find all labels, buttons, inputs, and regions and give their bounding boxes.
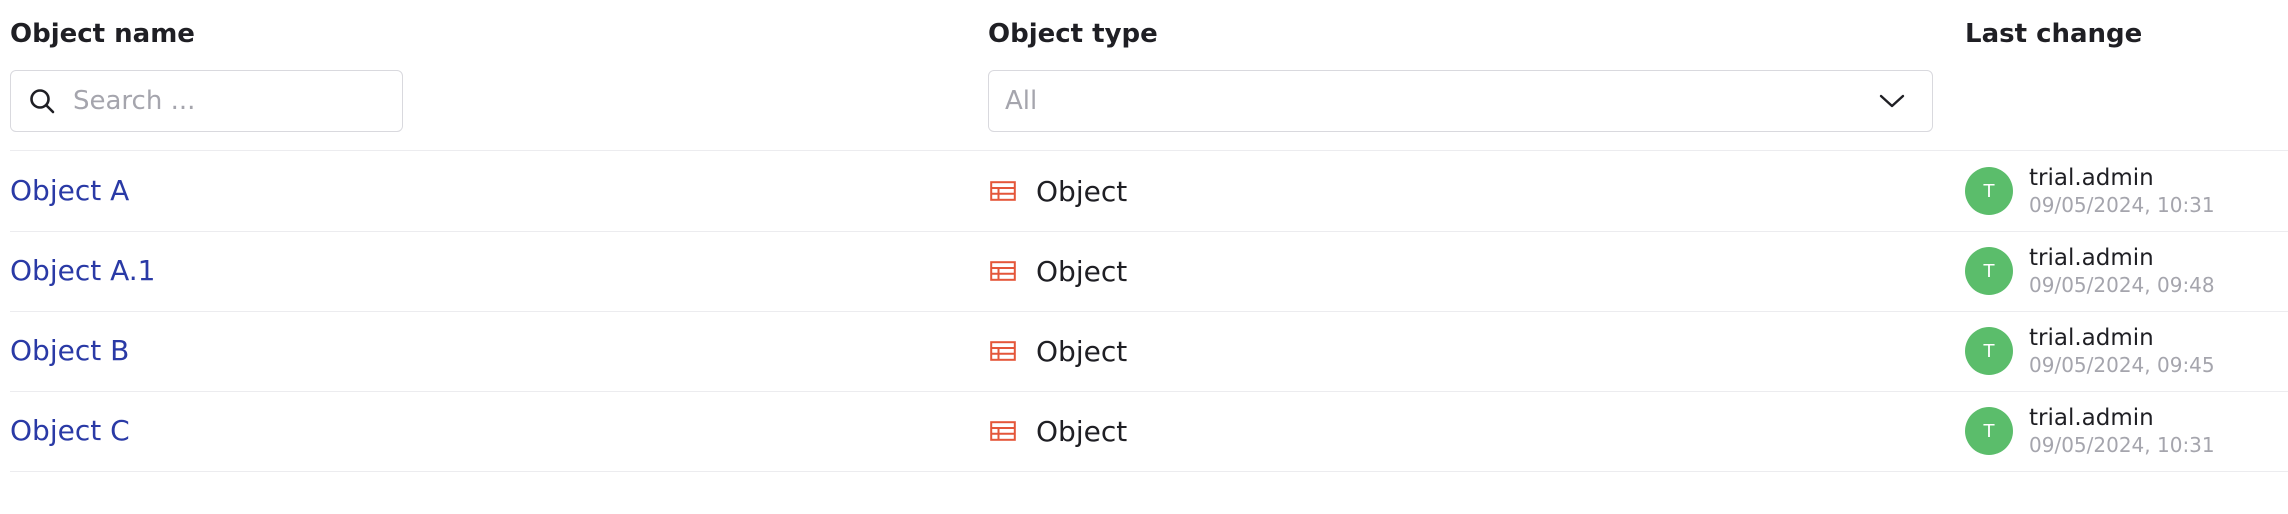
avatar: T: [1965, 327, 2013, 375]
last-change-cell: Ttrial.admin 09/05/2024, 09:48: [1965, 231, 2215, 311]
object-type-select[interactable]: All: [988, 70, 1933, 132]
table-object-icon: [990, 181, 1016, 201]
column-header-object-type[interactable]: Object type: [988, 14, 1158, 54]
object-name-link[interactable]: Object A: [10, 151, 129, 231]
last-change-cell: Ttrial.admin 09/05/2024, 10:31: [1965, 151, 2215, 231]
last-change-user: trial.admin: [2029, 405, 2154, 431]
object-type-cell: Object: [990, 151, 1127, 231]
table-row[interactable]: Object C Object Ttrial.admin 09/05/2024, 10…: [0, 391, 2288, 471]
object-name-link[interactable]: Object C: [10, 391, 130, 471]
object-type-select-value: All: [1005, 86, 1038, 116]
avatar: T: [1965, 247, 2013, 295]
object-type-label: Object: [1036, 334, 1128, 368]
last-change-info: trial.admin 09/05/2024, 09:48: [2029, 244, 2215, 298]
objects-table: Object name Object type Last change All …: [0, 0, 2288, 514]
last-change-timestamp: 09/05/2024, 09:48: [2029, 273, 2215, 297]
object-type-label: Object: [1036, 254, 1128, 288]
table-object-icon: [990, 421, 1016, 441]
object-name-link[interactable]: Object B: [10, 311, 129, 391]
object-type-cell: Object: [990, 311, 1127, 391]
column-header-last-change[interactable]: Last change: [1965, 14, 2142, 54]
avatar: T: [1965, 407, 2013, 455]
last-change-timestamp: 09/05/2024, 10:31: [2029, 193, 2215, 217]
object-type-cell: Object: [990, 231, 1127, 311]
last-change-user: trial.admin: [2029, 325, 2154, 351]
object-name-link[interactable]: Object A.1: [10, 231, 155, 311]
last-change-user: trial.admin: [2029, 245, 2154, 271]
column-header-object-name[interactable]: Object name: [10, 14, 195, 54]
search-icon: [27, 86, 57, 116]
object-type-label: Object: [1036, 174, 1128, 208]
row-divider: [10, 471, 2288, 472]
table-row[interactable]: Object A.1 Object Ttrial.admin 09/05/2024, …: [0, 231, 2288, 311]
object-type-label: Object: [1036, 414, 1128, 448]
last-change-info: trial.admin 09/05/2024, 10:31: [2029, 164, 2215, 218]
last-change-cell: Ttrial.admin 09/05/2024, 09:45: [1965, 311, 2215, 391]
table-row[interactable]: Object A Object Ttrial.admin 09/05/2024, 10…: [0, 151, 2288, 231]
chevron-down-icon: [1878, 87, 1906, 115]
last-change-timestamp: 09/05/2024, 09:45: [2029, 353, 2215, 377]
table-object-icon: [990, 341, 1016, 361]
last-change-info: trial.admin 09/05/2024, 09:45: [2029, 324, 2215, 378]
search-input[interactable]: [73, 86, 373, 116]
object-type-cell: Object: [990, 391, 1127, 471]
table-object-icon: [990, 261, 1016, 281]
table-row[interactable]: Object B Object Ttrial.admin 09/05/2024, 09…: [0, 311, 2288, 391]
last-change-cell: Ttrial.admin 09/05/2024, 10:31: [1965, 391, 2215, 471]
last-change-user: trial.admin: [2029, 165, 2154, 191]
last-change-timestamp: 09/05/2024, 10:31: [2029, 433, 2215, 457]
name-search-field[interactable]: [10, 70, 403, 132]
last-change-info: trial.admin 09/05/2024, 10:31: [2029, 404, 2215, 458]
avatar: T: [1965, 167, 2013, 215]
